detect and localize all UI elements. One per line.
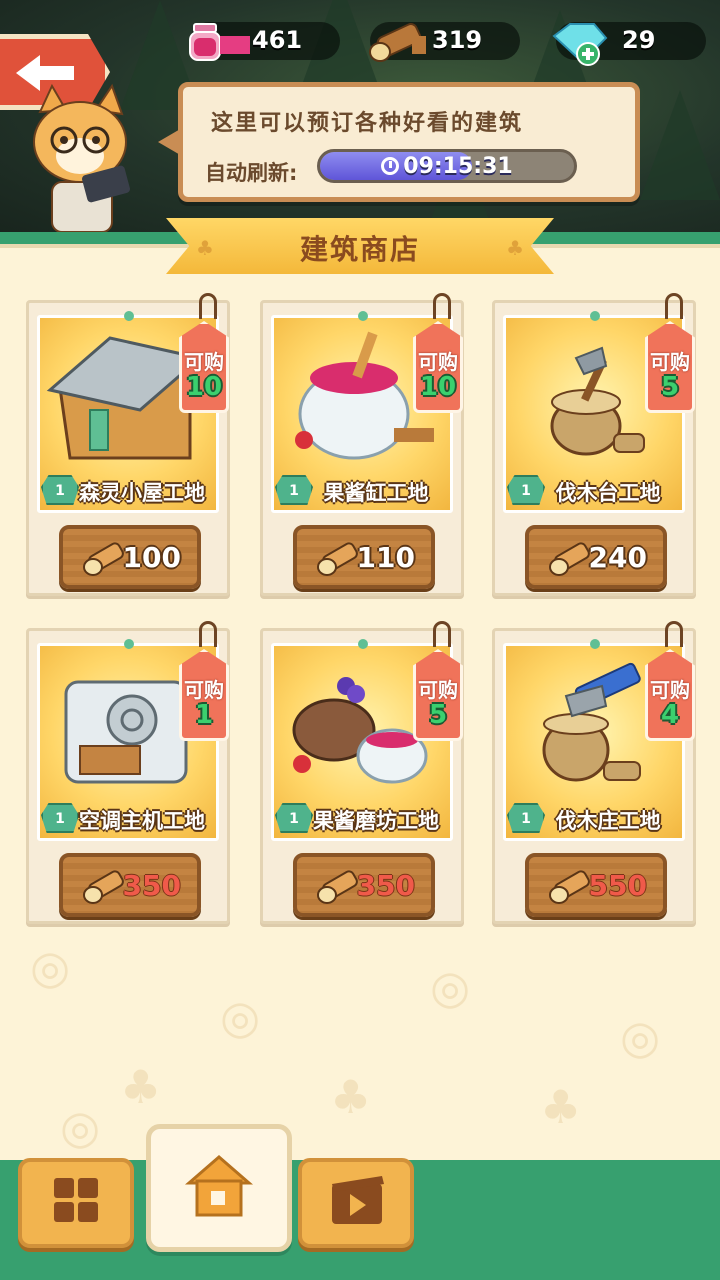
tag-string: [199, 293, 217, 319]
refresh-timer: 09:15:31: [317, 149, 577, 183]
stock-label: 可购: [418, 350, 458, 374]
item-name: 伐木庄工地: [555, 809, 661, 833]
stock-tag: 可购 10: [179, 321, 229, 413]
swirl-pattern: ◎: [620, 1010, 661, 1064]
stock-tag: 可购 10: [413, 321, 463, 413]
swirl-pattern: ◎: [30, 940, 71, 994]
item-name: 伐木台工地: [555, 481, 661, 505]
wood-count: 319: [432, 26, 483, 54]
price-value: 550: [588, 869, 647, 902]
card-pin: [358, 311, 368, 321]
item-name: 果酱磨坊工地: [313, 809, 439, 833]
swirl-pattern: ◎: [220, 990, 261, 1044]
stock-label: 可购: [184, 678, 224, 702]
buy-button[interactable]: 550: [525, 853, 667, 917]
gem-icon: [552, 23, 608, 66]
price-value: 240: [588, 541, 647, 574]
buy-button[interactable]: 100: [59, 525, 201, 589]
gem-count: 29: [622, 26, 656, 54]
clover-pattern: ♣: [120, 1060, 162, 1114]
item-name: 果酱缸工地: [323, 481, 429, 505]
price-value: 350: [122, 869, 181, 902]
shop-item-card[interactable]: 可购 5 1 伐木台工地 240: [492, 293, 696, 596]
grid-icon: [54, 1178, 98, 1222]
nav-video-button[interactable]: [298, 1158, 414, 1248]
home-icon: [184, 1155, 254, 1217]
shop-item-card[interactable]: 可购 5 1 果酱磨坊工地 350: [260, 621, 464, 924]
stock-count: 10: [419, 372, 457, 402]
stock-tag: 可购 5: [413, 649, 463, 741]
stock-label: 可购: [184, 350, 224, 374]
bubble-message: 这里可以预订各种好看的建筑: [211, 111, 524, 136]
buy-button[interactable]: 110: [293, 525, 435, 589]
stock-label: 可购: [650, 350, 690, 374]
clock-icon: [381, 157, 400, 175]
stock-count: 4: [660, 700, 680, 730]
tag-string: [199, 621, 217, 647]
buy-button[interactable]: 350: [59, 853, 201, 917]
card-pin: [590, 639, 600, 649]
item-name: 森灵小屋工地: [79, 481, 205, 505]
jam-count: 461: [252, 26, 303, 54]
price-value: 100: [122, 541, 181, 574]
shop-title: 建筑商店: [299, 233, 420, 266]
shop-item-card[interactable]: 可购 10 1 果酱缸工地 110: [260, 293, 464, 596]
wood-log-icon: [369, 23, 426, 62]
nav-home-button[interactable]: [146, 1124, 292, 1252]
price-value: 110: [356, 541, 415, 574]
stock-tag: 可购 5: [645, 321, 695, 413]
item-name: 空调主机工地: [79, 809, 205, 833]
tag-string: [665, 293, 683, 319]
stock-count: 10: [185, 372, 223, 402]
clover-icon: ♣: [506, 236, 524, 260]
wood-log-icon: [83, 542, 124, 576]
stock-label: 可购: [650, 678, 690, 702]
info-bubble: 这里可以预订各种好看的建筑 自动刷新: 09:15:31: [178, 82, 640, 202]
wood-log-icon: [549, 542, 590, 576]
buy-button[interactable]: 240: [525, 525, 667, 589]
video-icon: [332, 1176, 384, 1224]
forest-header: 461 319 29 这里可以预订各种好看的建筑 自动刷新: 09:15:31: [0, 0, 720, 240]
cat-mascot: [33, 83, 130, 232]
card-pin: [590, 311, 600, 321]
shop-item-card[interactable]: 可购 4 1 伐木庄工地 550: [492, 621, 696, 924]
shop-item-card[interactable]: 可购 1 1 空调主机工地 350: [26, 621, 230, 924]
card-pin: [124, 639, 134, 649]
shop-title-ribbon: ♣ 建筑商店 ♣: [166, 218, 554, 274]
stock-tag: 可购 4: [645, 649, 695, 741]
stock-label: 可购: [418, 678, 458, 702]
wood-log-icon: [549, 870, 590, 904]
swirl-pattern: ◎: [430, 960, 471, 1014]
wood-log-icon: [317, 870, 358, 904]
price-value: 350: [356, 869, 415, 902]
card-pin: [124, 311, 134, 321]
tag-string: [433, 621, 451, 647]
stock-count: 5: [660, 372, 680, 402]
nav-grid-button[interactable]: [18, 1158, 134, 1248]
jam-jar-icon: [189, 23, 250, 61]
clover-pattern: ♣: [330, 1070, 372, 1124]
stock-count: 1: [194, 700, 214, 730]
stock-count: 5: [428, 700, 448, 730]
card-pin: [358, 639, 368, 649]
tag-string: [433, 293, 451, 319]
buy-button[interactable]: 350: [293, 853, 435, 917]
refresh-label: 自动刷新:: [205, 161, 298, 185]
wood-log-icon: [317, 542, 358, 576]
wood-log-icon: [83, 870, 124, 904]
stock-tag: 可购 1: [179, 649, 229, 741]
tag-string: [665, 621, 683, 647]
clover-pattern: ♣: [540, 1080, 582, 1134]
timer-value: 09:15:31: [403, 154, 513, 179]
shop-item-card[interactable]: 可购 10 1 森灵小屋工地 100: [26, 293, 230, 596]
swirl-pattern: ◎: [60, 1100, 101, 1154]
